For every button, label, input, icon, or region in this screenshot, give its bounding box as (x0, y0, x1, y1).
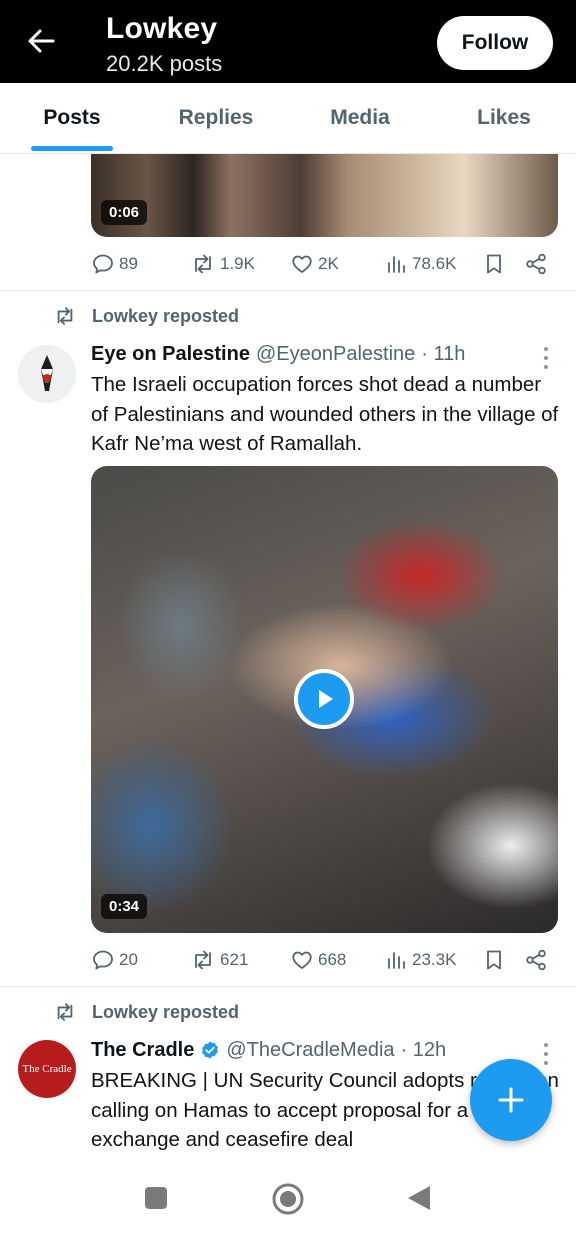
post-divider (0, 986, 576, 987)
heart-icon (292, 255, 312, 273)
more-vertical-icon[interactable] (538, 1043, 554, 1065)
view-count: 23.3K (412, 950, 457, 969)
avatar[interactable]: The Cradle (18, 1040, 76, 1098)
like-button[interactable]: 668 (290, 946, 346, 974)
follow-button[interactable]: Follow (437, 16, 553, 70)
author-name[interactable]: The Cradle (91, 1039, 194, 1062)
arrow-left-icon (28, 29, 55, 53)
video-duration: 0:06 (101, 200, 148, 225)
square-icon (145, 1187, 167, 1209)
speech-bubble-icon (93, 950, 113, 970)
bookmark-button[interactable] (483, 250, 505, 278)
active-tab-indicator (31, 146, 113, 151)
bookmark-button[interactable] (483, 946, 505, 974)
tab-media[interactable]: Media (288, 83, 432, 153)
eye-on-palestine-logo-icon (18, 345, 76, 403)
author-handle[interactable]: @EyeonPalestine (256, 343, 415, 366)
post-divider (0, 290, 576, 291)
circle-icon (272, 1183, 304, 1215)
author-name[interactable]: Eye on Palestine (91, 343, 250, 366)
post-video-thumbnail[interactable]: 0:34 (91, 466, 558, 933)
repost-arrows-icon (195, 254, 211, 274)
heart-icon (292, 951, 312, 969)
views-button[interactable]: 78.6K (386, 250, 456, 278)
repost-button[interactable]: 1.9K (190, 250, 255, 278)
share-button[interactable] (524, 250, 548, 278)
repost-arrows-icon (57, 307, 73, 325)
triangle-back-icon (408, 1186, 430, 1210)
repost-arrows-icon (195, 950, 211, 970)
bookmark-icon (487, 254, 501, 274)
post-header: The Cradle @TheCradleMedia · 12h (91, 1036, 446, 1064)
speech-bubble-icon (93, 254, 113, 274)
like-count: 668 (318, 950, 347, 969)
reply-count: 89 (119, 254, 138, 273)
avatar[interactable] (18, 345, 76, 403)
repost-count: 621 (220, 950, 249, 969)
the-cradle-logo-text: The Cradle (22, 1062, 72, 1075)
nav-home-button[interactable] (271, 1182, 305, 1216)
post-count: 20.2K posts (106, 51, 223, 76)
views-button[interactable]: 23.3K (386, 946, 456, 974)
repost-arrows-icon (57, 1003, 73, 1021)
post-header: Eye on Palestine @EyeonPalestine · 11h (91, 340, 465, 368)
play-icon (319, 690, 333, 708)
profile-name: Lowkey (106, 12, 218, 45)
back-button[interactable] (22, 22, 60, 60)
verified-badge-icon (202, 1041, 219, 1059)
post-actions: 89 1.9K 2K 78.6K (91, 250, 551, 278)
like-button[interactable]: 2K (290, 250, 339, 278)
post-text: The Israeli occupation forces shot dead … (91, 373, 559, 455)
repost-label: Lowkey reposted (92, 305, 240, 326)
post-video-thumbnail[interactable]: 0:06 (91, 154, 558, 237)
repost-label: Lowkey reposted (92, 1001, 240, 1022)
share-button[interactable] (524, 946, 548, 974)
play-button[interactable] (294, 669, 354, 729)
like-count: 2K (318, 254, 339, 273)
nav-recents-button[interactable] (143, 1185, 169, 1211)
bar-chart-icon (388, 256, 405, 273)
reply-count: 20 (119, 950, 138, 969)
compose-button[interactable] (470, 1059, 552, 1141)
bookmark-icon (487, 950, 501, 970)
share-icon (526, 253, 546, 275)
tab-replies[interactable]: Replies (144, 83, 288, 153)
post-actions: 20 621 668 23.3K (91, 946, 551, 974)
post-time[interactable]: · 11h (421, 343, 465, 366)
nav-back-button[interactable] (405, 1184, 433, 1212)
more-vertical-icon[interactable] (538, 347, 554, 369)
repost-count: 1.9K (220, 254, 255, 273)
tab-likes[interactable]: Likes (432, 83, 576, 153)
reply-button[interactable]: 20 (91, 946, 138, 974)
bar-chart-icon (388, 952, 405, 969)
post-time[interactable]: · 12h (401, 1039, 447, 1062)
tab-posts[interactable]: Posts (0, 83, 144, 153)
plus-icon (498, 1087, 524, 1113)
reply-button[interactable]: 89 (91, 250, 138, 278)
profile-header: Lowkey 20.2K posts Follow (0, 0, 576, 83)
repost-button[interactable]: 621 (190, 946, 248, 974)
author-handle[interactable]: @TheCradleMedia (226, 1039, 394, 1062)
video-duration: 0:34 (101, 894, 148, 919)
system-navigation-bar (0, 1163, 576, 1233)
repost-indicator[interactable]: Lowkey reposted (52, 303, 239, 329)
share-icon (526, 949, 546, 971)
repost-indicator[interactable]: Lowkey reposted (52, 999, 239, 1025)
profile-tabs: Posts Replies Media Likes (0, 83, 576, 154)
view-count: 78.6K (412, 254, 457, 273)
